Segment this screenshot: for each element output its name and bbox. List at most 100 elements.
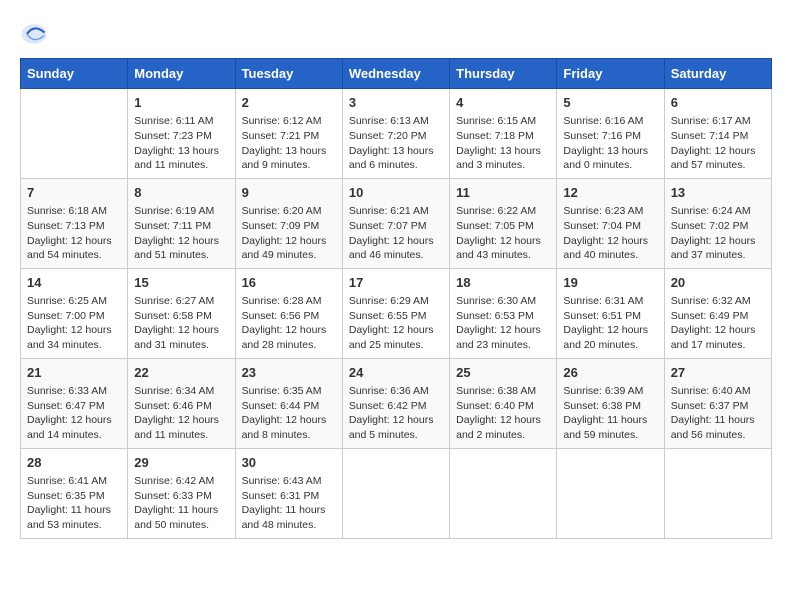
day-cell <box>450 448 557 538</box>
day-info: Sunrise: 6:39 AM Sunset: 6:38 PM Dayligh… <box>563 384 657 443</box>
day-number: 3 <box>349 94 443 112</box>
day-number: 15 <box>134 274 228 292</box>
day-cell: 1 Sunrise: 6:11 AM Sunset: 7:23 PM Daylig… <box>128 89 235 179</box>
day-info: Sunrise: 6:21 AM Sunset: 7:07 PM Dayligh… <box>349 204 443 263</box>
day-cell: 8 Sunrise: 6:19 AM Sunset: 7:11 PM Daylig… <box>128 178 235 268</box>
day-info: Sunrise: 6:19 AM Sunset: 7:11 PM Dayligh… <box>134 204 228 263</box>
week-row-4: 21 Sunrise: 6:33 AM Sunset: 6:47 PM Dayli… <box>21 358 772 448</box>
day-info: Sunrise: 6:13 AM Sunset: 7:20 PM Dayligh… <box>349 114 443 173</box>
calendar-table: SundayMondayTuesdayWednesdayThursdayFrid… <box>20 58 772 539</box>
day-info: Sunrise: 6:41 AM Sunset: 6:35 PM Dayligh… <box>27 474 121 533</box>
day-number: 5 <box>563 94 657 112</box>
day-cell: 16Sunrise: 6:28 AM Sunset: 6:56 PM Dayli… <box>235 268 342 358</box>
day-info: Sunrise: 6:11 AM Sunset: 7:23 PM Dayligh… <box>134 114 228 173</box>
day-info: Sunrise: 6:16 AM Sunset: 7:16 PM Dayligh… <box>563 114 657 173</box>
day-cell: 21 Sunrise: 6:33 AM Sunset: 6:47 PM Dayli… <box>21 358 128 448</box>
day-info: Sunrise: 6:34 AM Sunset: 6:46 PM Dayligh… <box>134 384 228 443</box>
day-number: 24 <box>349 364 443 382</box>
day-info: Sunrise: 6:12 AM Sunset: 7:21 PM Dayligh… <box>242 114 336 173</box>
day-cell: 30 Sunrise: 6:43 AM Sunset: 6:31 PM Dayli… <box>235 448 342 538</box>
day-cell: 2 Sunrise: 6:12 AM Sunset: 7:21 PM Daylig… <box>235 89 342 179</box>
day-number: 30 <box>242 454 336 472</box>
day-info: Sunrise: 6:15 AM Sunset: 7:18 PM Dayligh… <box>456 114 550 173</box>
week-row-5: 28Sunrise: 6:41 AM Sunset: 6:35 PM Dayli… <box>21 448 772 538</box>
day-info: Sunrise: 6:17 AM Sunset: 7:14 PM Dayligh… <box>671 114 765 173</box>
day-cell: 26Sunrise: 6:39 AM Sunset: 6:38 PM Dayli… <box>557 358 664 448</box>
day-cell: 6 Sunrise: 6:17 AM Sunset: 7:14 PM Daylig… <box>664 89 771 179</box>
day-info: Sunrise: 6:27 AM Sunset: 6:58 PM Dayligh… <box>134 294 228 353</box>
day-cell <box>664 448 771 538</box>
day-info: Sunrise: 6:28 AM Sunset: 6:56 PM Dayligh… <box>242 294 336 353</box>
day-number: 9 <box>242 184 336 202</box>
header <box>20 20 772 48</box>
day-info: Sunrise: 6:31 AM Sunset: 6:51 PM Dayligh… <box>563 294 657 353</box>
day-cell: 20 Sunrise: 6:32 AM Sunset: 6:49 PM Dayli… <box>664 268 771 358</box>
day-info: Sunrise: 6:25 AM Sunset: 7:00 PM Dayligh… <box>27 294 121 353</box>
day-cell: 25 Sunrise: 6:38 AM Sunset: 6:40 PM Dayli… <box>450 358 557 448</box>
day-number: 25 <box>456 364 550 382</box>
day-info: Sunrise: 6:30 AM Sunset: 6:53 PM Dayligh… <box>456 294 550 353</box>
day-cell: 19 Sunrise: 6:31 AM Sunset: 6:51 PM Dayli… <box>557 268 664 358</box>
header-tuesday: Tuesday <box>235 59 342 89</box>
day-number: 19 <box>563 274 657 292</box>
header-monday: Monday <box>128 59 235 89</box>
day-number: 22 <box>134 364 228 382</box>
week-row-3: 14 Sunrise: 6:25 AM Sunset: 7:00 PM Dayli… <box>21 268 772 358</box>
day-number: 21 <box>27 364 121 382</box>
day-number: 4 <box>456 94 550 112</box>
day-cell: 29 Sunrise: 6:42 AM Sunset: 6:33 PM Dayli… <box>128 448 235 538</box>
header-thursday: Thursday <box>450 59 557 89</box>
day-cell: 23Sunrise: 6:35 AM Sunset: 6:44 PM Dayli… <box>235 358 342 448</box>
day-info: Sunrise: 6:32 AM Sunset: 6:49 PM Dayligh… <box>671 294 765 353</box>
day-info: Sunrise: 6:24 AM Sunset: 7:02 PM Dayligh… <box>671 204 765 263</box>
calendar-header-row: SundayMondayTuesdayWednesdayThursdayFrid… <box>21 59 772 89</box>
header-friday: Friday <box>557 59 664 89</box>
header-sunday: Sunday <box>21 59 128 89</box>
day-cell: 3 Sunrise: 6:13 AM Sunset: 7:20 PM Daylig… <box>342 89 449 179</box>
day-number: 8 <box>134 184 228 202</box>
day-number: 7 <box>27 184 121 202</box>
day-cell: 22 Sunrise: 6:34 AM Sunset: 6:46 PM Dayli… <box>128 358 235 448</box>
day-cell: 10 Sunrise: 6:21 AM Sunset: 7:07 PM Dayli… <box>342 178 449 268</box>
day-number: 2 <box>242 94 336 112</box>
day-cell: 17 Sunrise: 6:29 AM Sunset: 6:55 PM Dayli… <box>342 268 449 358</box>
day-cell: 28Sunrise: 6:41 AM Sunset: 6:35 PM Dayli… <box>21 448 128 538</box>
day-info: Sunrise: 6:40 AM Sunset: 6:37 PM Dayligh… <box>671 384 765 443</box>
day-number: 11 <box>456 184 550 202</box>
day-cell: 11 Sunrise: 6:22 AM Sunset: 7:05 PM Dayli… <box>450 178 557 268</box>
day-cell: 15 Sunrise: 6:27 AM Sunset: 6:58 PM Dayli… <box>128 268 235 358</box>
day-cell <box>557 448 664 538</box>
day-cell: 5 Sunrise: 6:16 AM Sunset: 7:16 PM Daylig… <box>557 89 664 179</box>
day-cell <box>342 448 449 538</box>
day-info: Sunrise: 6:42 AM Sunset: 6:33 PM Dayligh… <box>134 474 228 533</box>
day-number: 29 <box>134 454 228 472</box>
day-cell: 18 Sunrise: 6:30 AM Sunset: 6:53 PM Dayli… <box>450 268 557 358</box>
day-info: Sunrise: 6:23 AM Sunset: 7:04 PM Dayligh… <box>563 204 657 263</box>
week-row-1: 1 Sunrise: 6:11 AM Sunset: 7:23 PM Daylig… <box>21 89 772 179</box>
day-info: Sunrise: 6:38 AM Sunset: 6:40 PM Dayligh… <box>456 384 550 443</box>
day-info: Sunrise: 6:22 AM Sunset: 7:05 PM Dayligh… <box>456 204 550 263</box>
day-cell: 9 Sunrise: 6:20 AM Sunset: 7:09 PM Daylig… <box>235 178 342 268</box>
day-number: 6 <box>671 94 765 112</box>
day-number: 20 <box>671 274 765 292</box>
day-number: 10 <box>349 184 443 202</box>
day-number: 13 <box>671 184 765 202</box>
day-cell: 24 Sunrise: 6:36 AM Sunset: 6:42 PM Dayli… <box>342 358 449 448</box>
day-info: Sunrise: 6:33 AM Sunset: 6:47 PM Dayligh… <box>27 384 121 443</box>
day-info: Sunrise: 6:43 AM Sunset: 6:31 PM Dayligh… <box>242 474 336 533</box>
day-info: Sunrise: 6:35 AM Sunset: 6:44 PM Dayligh… <box>242 384 336 443</box>
day-cell: 14 Sunrise: 6:25 AM Sunset: 7:00 PM Dayli… <box>21 268 128 358</box>
day-info: Sunrise: 6:36 AM Sunset: 6:42 PM Dayligh… <box>349 384 443 443</box>
day-number: 27 <box>671 364 765 382</box>
logo <box>20 20 52 48</box>
day-number: 18 <box>456 274 550 292</box>
logo-icon <box>20 20 48 48</box>
day-cell: 13 Sunrise: 6:24 AM Sunset: 7:02 PM Dayli… <box>664 178 771 268</box>
day-cell: 12Sunrise: 6:23 AM Sunset: 7:04 PM Dayli… <box>557 178 664 268</box>
day-number: 14 <box>27 274 121 292</box>
day-info: Sunrise: 6:29 AM Sunset: 6:55 PM Dayligh… <box>349 294 443 353</box>
day-cell: 4 Sunrise: 6:15 AM Sunset: 7:18 PM Daylig… <box>450 89 557 179</box>
day-info: Sunrise: 6:20 AM Sunset: 7:09 PM Dayligh… <box>242 204 336 263</box>
day-number: 1 <box>134 94 228 112</box>
day-number: 17 <box>349 274 443 292</box>
